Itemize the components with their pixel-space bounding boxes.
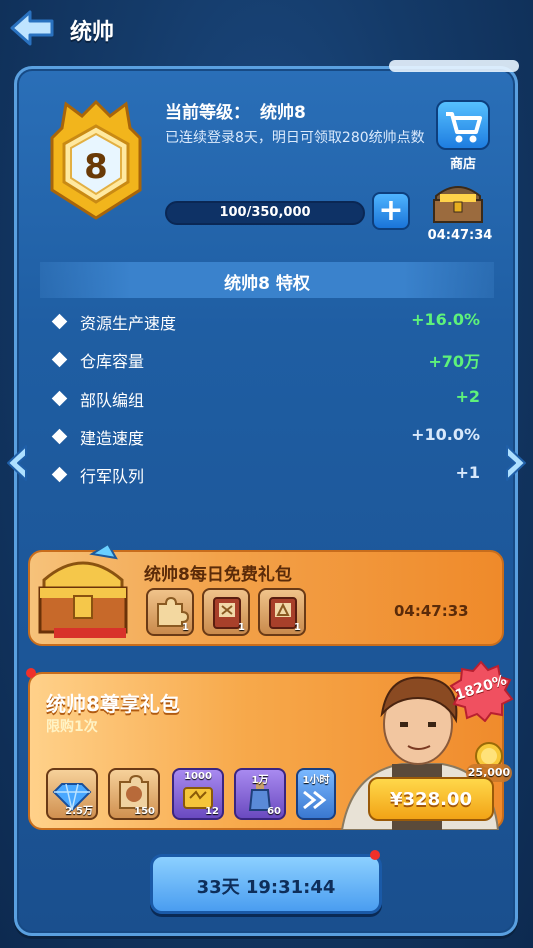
privilege-row: 资源生产速度 +16.0% (50, 310, 480, 334)
item-count: 2.5万 (65, 806, 93, 817)
level-label: 当前等级： 统帅8 (165, 98, 306, 123)
buy-button[interactable]: ¥328.00 (368, 777, 494, 821)
snow-decoration (389, 60, 519, 72)
level-badge-icon: 8 (50, 99, 142, 220)
bullet-diamond-icon (51, 313, 68, 330)
bullet-diamond-icon (51, 466, 68, 483)
exclusive-item-slot[interactable]: 2.5万 (46, 768, 98, 820)
shop-label: 商店 (449, 157, 476, 172)
level-label-prefix: 当前等级： (165, 103, 250, 123)
item-count: 12 (205, 806, 219, 817)
daily-item-slot[interactable]: 1 (202, 588, 250, 636)
event-timer-text: 33天 19:31:44 (196, 877, 336, 898)
back-arrow-icon (10, 10, 54, 46)
exclusive-item-slot[interactable]: 1000 12 (172, 768, 224, 820)
item-count: 1 (294, 622, 301, 633)
daily-item-slot[interactable]: 1 (146, 588, 194, 636)
bullet-diamond-icon (51, 390, 68, 407)
golden-chest-icon (38, 542, 128, 638)
daily-item-slot[interactable]: 1 (258, 588, 306, 636)
add-points-button[interactable]: + (372, 192, 410, 230)
notification-dot (370, 850, 380, 860)
item-count: 1 (182, 622, 189, 633)
back-button[interactable] (8, 8, 56, 48)
daily-pack-timer: 04:47:33 (394, 602, 469, 620)
privilege-value: +16.0% (411, 310, 480, 329)
next-level-arrow-icon[interactable] (503, 442, 529, 484)
privilege-value: +70万 (428, 352, 480, 371)
header: 统帅 (0, 0, 533, 58)
exclusive-item-slot[interactable]: 1万 60 (234, 768, 286, 820)
prev-level-arrow-icon[interactable] (4, 442, 30, 484)
privilege-value: +10.0% (411, 425, 480, 444)
shop-button[interactable] (436, 100, 490, 150)
privilege-name: 行军队列 (80, 467, 145, 486)
privilege-value: +1 (455, 463, 480, 482)
item-top-label: 1小时 (302, 775, 330, 786)
plus-icon: + (378, 193, 404, 228)
exclusive-item-slot[interactable]: 150 (108, 768, 160, 820)
privilege-row: 仓库容量 +70万 (50, 348, 480, 372)
privileges-title: 统帅8 特权 (224, 274, 310, 294)
privilege-row: 部队编组 +2 (50, 387, 480, 411)
treasure-chest-icon[interactable] (428, 176, 488, 226)
price-label: ¥328.00 (390, 788, 472, 810)
item-count: 60 (267, 806, 281, 817)
bullet-diamond-icon (51, 428, 68, 445)
shopping-cart-icon (446, 112, 482, 143)
purchase-limit: 限购1次 (46, 719, 98, 735)
privilege-name: 建造速度 (80, 429, 145, 448)
login-streak-info: 已连续登录8天，明日可领取280统帅点数 (165, 130, 425, 146)
level-value: 统帅8 (260, 103, 306, 123)
privilege-row: 建造速度 +10.0% (50, 425, 480, 449)
exclusive-pack-title: 统帅8尊享礼包 (46, 692, 180, 716)
exclusive-item-slot[interactable]: 1小时 (296, 768, 336, 820)
notification-dot (26, 668, 36, 678)
privilege-name: 部队编组 (80, 391, 145, 410)
level-badge-number: 8 (84, 147, 108, 187)
item-count: 1 (238, 622, 245, 633)
bullet-diamond-icon (51, 351, 68, 368)
level-progress-bar: 100/350,000 (165, 201, 365, 225)
privilege-value: +2 (455, 387, 480, 406)
privilege-name: 仓库容量 (80, 352, 145, 371)
item-count: 150 (134, 806, 155, 817)
privilege-row: 行军队列 +1 (50, 463, 480, 487)
daily-pack-title: 统帅8每日免费礼包 (144, 565, 292, 585)
event-timer-button[interactable]: 33天 19:31:44 (150, 854, 382, 914)
privilege-name: 资源生产速度 (80, 314, 177, 333)
item-top-label: 1000 (184, 771, 212, 782)
chest-timer: 04:47:34 (427, 228, 493, 243)
page-title: 统帅 (70, 20, 115, 45)
progress-text: 100/350,000 (219, 205, 311, 220)
item-top-label: 1万 (251, 775, 269, 786)
